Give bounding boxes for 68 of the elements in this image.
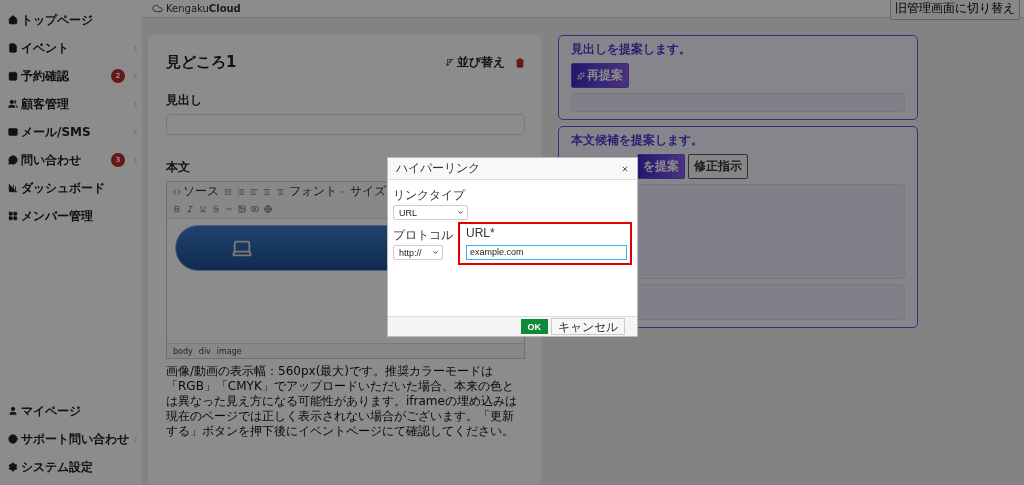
field-label: URL* bbox=[466, 226, 496, 240]
help-text: 画像/動画の表示幅：560px(最大)です。推奨カラーモードは「RGB」「CMYK」でアップロードいただいた場合、本来の色とは異なった見え方になる可能性があります。iframeの埋め込みは現在のページでは正しく表示されない場合がございます。「更新する」ボタンを押下後にイベントページにて確認してください。 bbox=[166, 364, 518, 439]
sidebar-item[interactable]: ダッシュボード bbox=[0, 174, 142, 202]
url-input-field[interactable]: example.com bbox=[466, 244, 627, 260]
caret-icon bbox=[457, 209, 464, 216]
italic-icon[interactable] bbox=[186, 204, 194, 213]
align-center-icon[interactable] bbox=[263, 187, 271, 196]
sidebar-icon bbox=[8, 43, 18, 53]
source-button[interactable]: ソース bbox=[173, 183, 219, 200]
sidebar-icon bbox=[8, 462, 18, 472]
sidebar-item[interactable]: マイページ bbox=[0, 397, 142, 425]
code-icon bbox=[173, 187, 181, 196]
panel-title: 本文候補を提案します。 bbox=[571, 132, 704, 149]
sidebar-item[interactable]: メンバー管理 bbox=[0, 202, 142, 230]
switch-button[interactable]: 旧管理画面に切り替え bbox=[890, 0, 1020, 20]
protocol-select[interactable]: http:// bbox=[393, 245, 443, 260]
sidebar-item[interactable]: トップページ bbox=[0, 6, 142, 34]
font-dropdown[interactable]: フォント bbox=[289, 183, 345, 200]
underline-icon[interactable] bbox=[199, 204, 207, 213]
strikethrough-icon[interactable] bbox=[212, 204, 220, 213]
link-type-select[interactable]: URL bbox=[393, 205, 468, 220]
bullet-list-icon[interactable] bbox=[237, 187, 245, 196]
size-dropdown[interactable]: サイズ bbox=[350, 183, 394, 200]
suggest-button[interactable]: を提案 bbox=[637, 154, 685, 179]
sidebar-icon bbox=[8, 434, 18, 444]
bold-icon[interactable] bbox=[173, 204, 181, 213]
field-label: リンクタイプ bbox=[393, 187, 467, 204]
suggest-button[interactable]: 修正指示 bbox=[688, 154, 748, 179]
element-path-item[interactable]: div bbox=[198, 346, 211, 356]
align-right-icon[interactable] bbox=[276, 187, 284, 196]
sidebar-item[interactable]: メール/SMS bbox=[0, 118, 142, 146]
align-left-icon[interactable] bbox=[250, 187, 258, 196]
sidebar-icon bbox=[8, 127, 18, 137]
cloud-logo-icon bbox=[152, 3, 163, 14]
sidebar-icon bbox=[8, 183, 18, 193]
sidebar-icon bbox=[8, 406, 18, 416]
video-icon[interactable] bbox=[251, 204, 259, 213]
field-label: プロトコル bbox=[393, 227, 453, 244]
logo-text: KengakuCloud bbox=[166, 3, 241, 14]
globe-icon[interactable] bbox=[264, 204, 272, 213]
caret-icon bbox=[432, 249, 439, 256]
element-path-item[interactable]: body bbox=[173, 346, 193, 356]
suggest-button[interactable]: 再提案 bbox=[571, 63, 629, 88]
element-path-item[interactable]: image bbox=[216, 346, 242, 356]
sidebar-item[interactable]: 顧客管理 bbox=[0, 90, 142, 118]
sort-button[interactable]: 並び替え bbox=[445, 54, 505, 71]
sort-icon bbox=[445, 58, 454, 67]
sidebar-icon bbox=[8, 15, 18, 25]
numbered-list-icon[interactable] bbox=[224, 187, 232, 196]
sidebar-icon bbox=[8, 155, 18, 165]
cancel-button[interactable]: キャンセル bbox=[551, 318, 625, 335]
sidebar-item[interactable]: イベント bbox=[0, 34, 142, 62]
caret-icon bbox=[339, 188, 345, 195]
ok-button[interactable]: OK bbox=[520, 319, 548, 334]
delete-icon[interactable] bbox=[515, 57, 525, 68]
section-title: 見どころ1 bbox=[166, 53, 237, 72]
sparkle-icon bbox=[577, 71, 585, 80]
panel-title: 見出しを提案します。 bbox=[571, 41, 692, 58]
sidebar-item[interactable]: サポート問い合わせ bbox=[0, 425, 142, 453]
dialog-title: ハイパーリンク bbox=[396, 160, 480, 177]
sidebar-item[interactable]: システム設定 bbox=[0, 453, 142, 481]
field-label: 見出し bbox=[166, 92, 202, 109]
sidebar-icon bbox=[8, 71, 18, 81]
image-icon[interactable] bbox=[238, 204, 246, 213]
sidebar-icon bbox=[8, 99, 18, 109]
sidebar-icon bbox=[8, 211, 18, 221]
close-icon[interactable] bbox=[621, 164, 629, 173]
field-label: 本文 bbox=[166, 159, 190, 176]
